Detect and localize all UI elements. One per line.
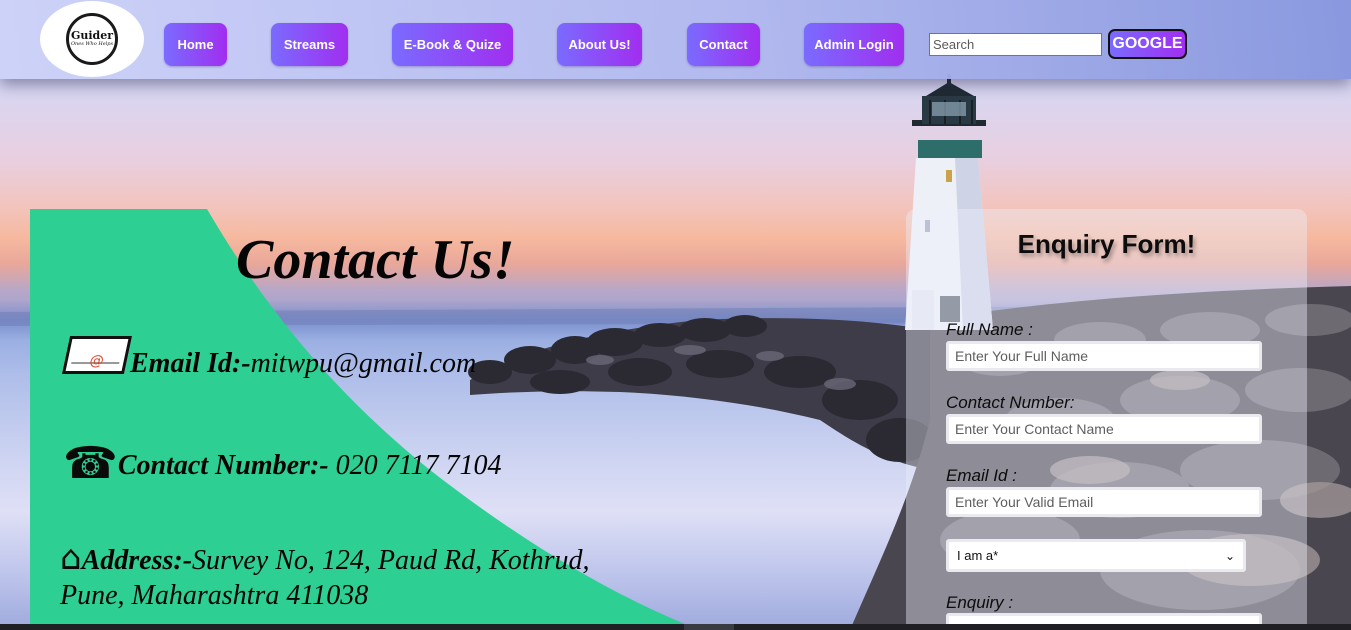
- site-logo[interactable]: Guider Ones Who Helps: [40, 1, 144, 77]
- phone-value: 020 7117 7104: [335, 450, 502, 481]
- contact-section: Contact Us! @ Email Id:-mitwpu@gmail.com …: [0, 0, 900, 630]
- enquiry-form: Enquiry Form! Full Name : Contact Number…: [906, 209, 1307, 630]
- telephone-icon: ☎: [63, 438, 118, 489]
- nav-about-button[interactable]: About Us!: [557, 23, 642, 66]
- email-line: @ Email Id:-mitwpu@gmail.com: [61, 336, 477, 380]
- contact-title: Contact Us!: [236, 229, 515, 291]
- house-icon: ⌂: [60, 538, 82, 578]
- enquiry-label: Enquiry :: [946, 593, 1014, 612]
- role-select[interactable]: I am a* ⌄: [946, 539, 1246, 572]
- enquiry-form-title: Enquiry Form!: [1017, 229, 1196, 259]
- nav-ebook-quiz-button[interactable]: E-Book & Quize: [392, 23, 513, 66]
- full-name-label: Full Name :: [946, 320, 1033, 339]
- email-id-input[interactable]: [946, 487, 1262, 517]
- address-label: Address:-: [81, 545, 193, 576]
- nav-contact-button[interactable]: Contact: [687, 23, 760, 66]
- full-name-input[interactable]: [946, 341, 1262, 371]
- logo-title: Guider: [70, 29, 114, 42]
- scrollbar-thumb[interactable]: [684, 624, 734, 630]
- email-id-label: Email Id :: [946, 466, 1017, 485]
- address-line-2-row: Pune, Maharashtra 411038: [60, 580, 368, 612]
- mail-envelope-icon: @: [61, 336, 133, 374]
- horizontal-scrollbar[interactable]: [0, 624, 1351, 630]
- logo-subtitle: Ones Who Helps: [70, 41, 114, 47]
- google-search-button[interactable]: GOOGLE: [1108, 29, 1187, 59]
- address-line-1: Survey No, 124, Paud Rd, Kothrud,: [192, 545, 590, 576]
- email-value: mitwpu@gmail.com: [250, 348, 477, 379]
- role-select-value: I am a*: [957, 548, 999, 563]
- nav-home-button[interactable]: Home: [164, 23, 227, 66]
- phone-line: ☎Contact Number:- 020 7117 7104: [63, 438, 502, 489]
- logo-mark: Guider Ones Who Helps: [66, 13, 118, 65]
- contact-number-input[interactable]: [946, 414, 1262, 444]
- top-navbar: Guider Ones Who Helps Home Streams E-Boo…: [0, 0, 1351, 79]
- address-line-2: Pune, Maharashtra 411038: [60, 580, 369, 611]
- contact-panel-shape: [30, 209, 700, 630]
- nav-streams-button[interactable]: Streams: [271, 23, 348, 66]
- chevron-down-icon: ⌄: [1224, 548, 1235, 563]
- contact-number-label: Contact Number:: [946, 393, 1075, 412]
- email-label: Email Id:-: [130, 348, 251, 379]
- search-input[interactable]: [929, 33, 1102, 56]
- address-line: ⌂Address:-Survey No, 124, Paud Rd, Kothr…: [60, 538, 589, 578]
- nav-admin-login-button[interactable]: Admin Login: [804, 23, 904, 66]
- phone-label: Contact Number:-: [117, 450, 329, 481]
